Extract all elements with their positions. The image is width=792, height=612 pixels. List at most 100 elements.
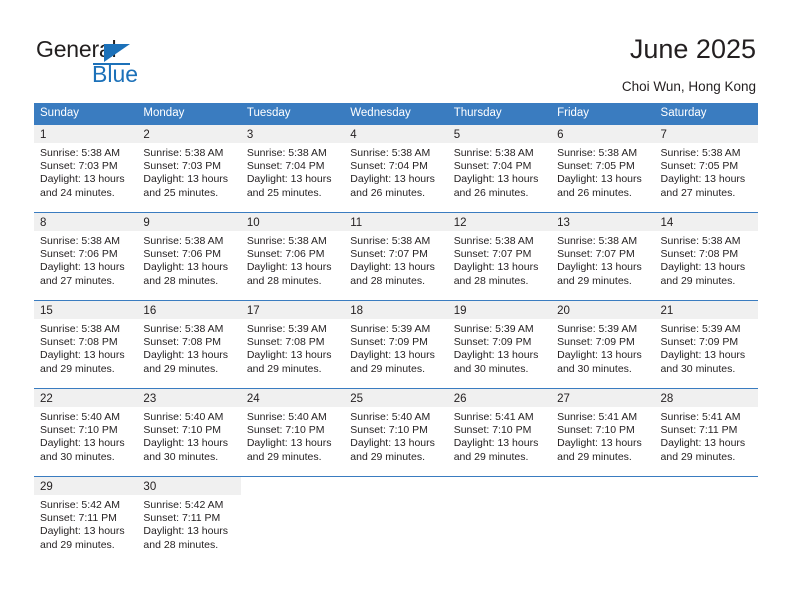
- day-details: Sunrise: 5:38 AM Sunset: 7:08 PM Daylight:…: [137, 319, 240, 376]
- day-detail-line: Sunset: 7:06 PM: [246, 248, 325, 261]
- calendar-day-cell-empty: [654, 477, 758, 565]
- day-details: Sunrise: 5:41 AM Sunset: 7:11 PM Daylight:…: [655, 407, 758, 464]
- day-number: 16: [143, 305, 157, 317]
- calendar-day-cell[interactable]: 11 Sunrise: 5:38 AM Sunset: 7:07 PM Dayligh…: [344, 213, 448, 300]
- day-detail-line: and 29 minutes.: [40, 538, 115, 551]
- day-detail-line: Sunrise: 5:39 AM: [246, 323, 327, 335]
- calendar-day-cell[interactable]: 2 Sunrise: 5:38 AM Sunset: 7:03 PM Daylight…: [137, 125, 241, 212]
- day-detail-line: Daylight: 13 hours: [143, 173, 229, 186]
- day-number: 20: [557, 305, 570, 317]
- day-detail-line: Sunset: 7:11 PM: [40, 512, 117, 525]
- day-detail-line: Daylight: 13 hours: [453, 261, 539, 274]
- day-detail-line: Sunrise: 5:38 AM: [557, 147, 638, 159]
- day-number-band: 2: [137, 125, 241, 143]
- calendar-day-cell[interactable]: 26 Sunrise: 5:41 AM Sunset: 7:10 PM Dayligh…: [447, 389, 552, 476]
- page-subtitle: Choi Wun, Hong Kong: [621, 79, 756, 94]
- day-detail-line: Sunset: 7:08 PM: [246, 336, 325, 349]
- calendar-page: General Blue June 2025 Choi Wun, Hong Ko…: [0, 0, 792, 612]
- day-detail-line: and 28 minutes.: [143, 538, 219, 551]
- day-details: Sunrise: 5:39 AM Sunset: 7:08 PM Daylight:…: [241, 319, 344, 376]
- calendar-day-cell[interactable]: 15 Sunrise: 5:38 AM Sunset: 7:08 PM Dayligh…: [34, 301, 138, 388]
- day-number: 13: [557, 217, 570, 229]
- calendar-day-cell[interactable]: 18 Sunrise: 5:39 AM Sunset: 7:09 PM Dayligh…: [344, 301, 448, 388]
- day-number-band: 18: [344, 301, 448, 319]
- day-number-band: [344, 477, 448, 495]
- calendar-day-cell[interactable]: 21 Sunrise: 5:39 AM Sunset: 7:09 PM Dayligh…: [654, 301, 758, 388]
- day-detail-line: Sunrise: 5:38 AM: [40, 235, 120, 247]
- calendar-day-cell[interactable]: 29 Sunrise: 5:42 AM Sunset: 7:11 PM Dayligh…: [34, 477, 138, 565]
- calendar-day-cell[interactable]: 9 Sunrise: 5:38 AM Sunset: 7:06 PM Daylight…: [137, 213, 241, 300]
- day-details: Sunrise: 5:38 AM Sunset: 7:04 PM Daylight:…: [241, 143, 344, 200]
- day-detail-line: Daylight: 13 hours: [350, 261, 435, 274]
- day-number-band: 1: [34, 125, 138, 143]
- calendar-day-cell-empty: [344, 477, 448, 565]
- day-detail-line: Sunset: 7:05 PM: [557, 160, 635, 173]
- day-details: [655, 495, 758, 499]
- calendar-day-cell[interactable]: 13 Sunrise: 5:38 AM Sunset: 7:07 PM Dayligh…: [551, 213, 655, 300]
- day-detail-line: Sunset: 7:08 PM: [660, 248, 739, 261]
- day-detail-line: Sunset: 7:06 PM: [143, 248, 222, 261]
- day-number: 5: [453, 129, 461, 141]
- day-detail-line: Daylight: 13 hours: [557, 349, 642, 362]
- day-detail-line: and 30 minutes.: [453, 362, 529, 375]
- page-title: June 2025: [629, 34, 756, 64]
- calendar-day-cell[interactable]: 22 Sunrise: 5:40 AM Sunset: 7:10 PM Dayligh…: [34, 389, 138, 476]
- day-number: 8: [40, 217, 47, 229]
- day-detail-line: Sunrise: 5:38 AM: [660, 147, 741, 159]
- day-detail-line: Daylight: 13 hours: [246, 437, 332, 450]
- day-details: Sunrise: 5:38 AM Sunset: 7:05 PM Daylight:…: [655, 143, 758, 200]
- calendar-day-cell[interactable]: 5 Sunrise: 5:38 AM Sunset: 7:04 PM Daylight…: [447, 125, 552, 212]
- day-details: Sunrise: 5:40 AM Sunset: 7:10 PM Daylight:…: [137, 407, 240, 464]
- day-details: [448, 495, 551, 499]
- calendar-day-cell[interactable]: 6 Sunrise: 5:38 AM Sunset: 7:05 PM Daylight…: [551, 125, 655, 212]
- calendar-day-cell[interactable]: 8 Sunrise: 5:38 AM Sunset: 7:06 PM Daylight…: [34, 213, 138, 300]
- calendar-day-cell[interactable]: 12 Sunrise: 5:38 AM Sunset: 7:07 PM Dayligh…: [447, 213, 552, 300]
- day-detail-line: Sunrise: 5:38 AM: [453, 235, 534, 247]
- calendar-day-cell[interactable]: 7 Sunrise: 5:38 AM Sunset: 7:05 PM Daylight…: [654, 125, 758, 212]
- calendar-day-cell[interactable]: 25 Sunrise: 5:40 AM Sunset: 7:10 PM Dayligh…: [344, 389, 448, 476]
- day-number-band: 17: [240, 301, 345, 319]
- day-number-band: 28: [654, 389, 758, 407]
- logo-text-blue: Blue: [92, 61, 139, 87]
- day-number-band: 9: [137, 213, 241, 231]
- day-detail-line: Sunrise: 5:38 AM: [143, 235, 224, 247]
- weekday-header-friday: Friday: [557, 107, 590, 119]
- day-number-band: 23: [137, 389, 241, 407]
- day-number: 9: [143, 217, 150, 229]
- day-detail-line: and 29 minutes.: [143, 362, 219, 375]
- day-detail-line: Sunrise: 5:41 AM: [557, 411, 638, 423]
- calendar-day-cell[interactable]: 14 Sunrise: 5:38 AM Sunset: 7:08 PM Dayligh…: [654, 213, 758, 300]
- calendar-day-cell[interactable]: 28 Sunrise: 5:41 AM Sunset: 7:11 PM Dayligh…: [654, 389, 758, 476]
- day-number-band: 14: [654, 213, 758, 231]
- calendar-day-cell[interactable]: 17 Sunrise: 5:39 AM Sunset: 7:08 PM Dayligh…: [240, 301, 345, 388]
- page-header: General Blue June 2025 Choi Wun, Hong Ko…: [0, 0, 792, 103]
- day-number-band: [240, 477, 345, 495]
- day-number-band: 11: [344, 213, 448, 231]
- day-detail-line: Daylight: 13 hours: [660, 173, 746, 186]
- day-number: 6: [557, 129, 564, 141]
- calendar-day-cell[interactable]: 27 Sunrise: 5:41 AM Sunset: 7:10 PM Dayligh…: [551, 389, 655, 476]
- calendar-day-cell[interactable]: 3 Sunrise: 5:38 AM Sunset: 7:04 PM Daylight…: [240, 125, 345, 212]
- calendar-day-cell[interactable]: 4 Sunrise: 5:38 AM Sunset: 7:04 PM Daylight…: [344, 125, 448, 212]
- day-detail-line: Daylight: 13 hours: [350, 349, 435, 362]
- day-details: Sunrise: 5:41 AM Sunset: 7:10 PM Daylight:…: [448, 407, 551, 464]
- day-detail-line: Sunset: 7:11 PM: [143, 512, 221, 525]
- day-number-band: [551, 477, 655, 495]
- calendar-day-cell[interactable]: 10 Sunrise: 5:38 AM Sunset: 7:06 PM Dayligh…: [240, 213, 345, 300]
- day-detail-line: Sunrise: 5:38 AM: [143, 147, 224, 159]
- day-detail-line: Sunset: 7:10 PM: [143, 424, 222, 437]
- calendar-day-cell[interactable]: 19 Sunrise: 5:39 AM Sunset: 7:09 PM Dayligh…: [447, 301, 552, 388]
- calendar-day-cell[interactable]: 20 Sunrise: 5:39 AM Sunset: 7:09 PM Dayligh…: [551, 301, 655, 388]
- day-detail-line: Sunrise: 5:38 AM: [350, 147, 431, 159]
- day-detail-line: and 30 minutes.: [40, 450, 115, 463]
- calendar-day-cell[interactable]: 30 Sunrise: 5:42 AM Sunset: 7:11 PM Dayligh…: [137, 477, 241, 565]
- calendar-day-cell[interactable]: 16 Sunrise: 5:38 AM Sunset: 7:08 PM Dayligh…: [137, 301, 241, 388]
- day-details: Sunrise: 5:38 AM Sunset: 7:04 PM Daylight:…: [344, 143, 447, 200]
- day-number-band: 30: [137, 477, 241, 495]
- calendar-day-cell[interactable]: 24 Sunrise: 5:40 AM Sunset: 7:10 PM Dayligh…: [240, 389, 345, 476]
- calendar-day-cell[interactable]: 1 Sunrise: 5:38 AM Sunset: 7:03 PM Daylight…: [34, 125, 138, 212]
- day-detail-line: and 25 minutes.: [246, 186, 322, 199]
- day-detail-line: Sunrise: 5:39 AM: [557, 323, 638, 335]
- calendar-day-cell[interactable]: 23 Sunrise: 5:40 AM Sunset: 7:10 PM Dayligh…: [137, 389, 241, 476]
- day-number: 22: [40, 393, 53, 405]
